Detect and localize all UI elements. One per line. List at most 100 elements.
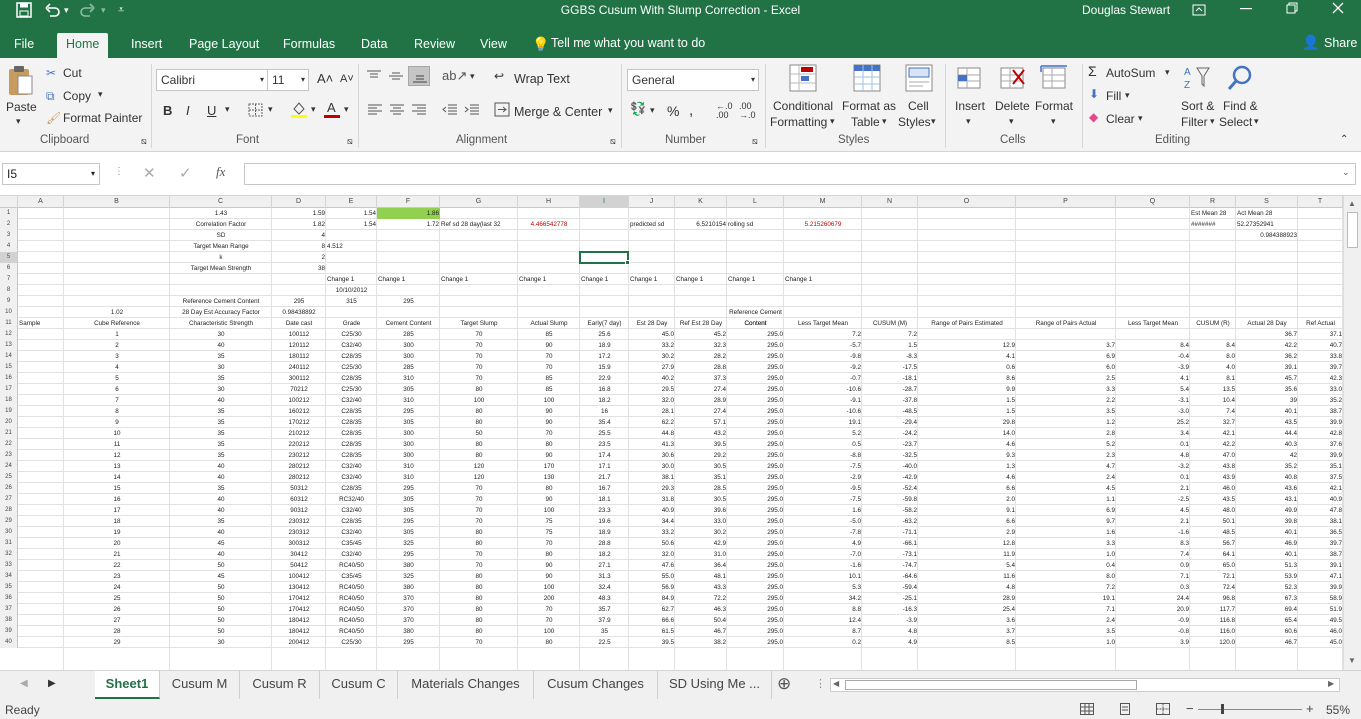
- row-header[interactable]: 16: [0, 373, 18, 384]
- cell-n[interactable]: -66.1: [862, 538, 918, 549]
- cell-s[interactable]: 0.984388923: [1236, 230, 1298, 241]
- cell-n[interactable]: -52.4: [862, 483, 918, 494]
- cell-g[interactable]: 70: [440, 637, 518, 648]
- cell-n[interactable]: -58.2: [862, 505, 918, 516]
- cell-j[interactable]: 31.8: [629, 494, 675, 505]
- cell-o[interactable]: 2.9: [918, 527, 1016, 538]
- cancel-entry-icon[interactable]: ✕: [143, 164, 156, 182]
- cell-g[interactable]: 70: [440, 362, 518, 373]
- cell-p[interactable]: 1.1: [1016, 494, 1116, 505]
- cell-t[interactable]: 39.9: [1298, 450, 1343, 461]
- cell-d[interactable]: 280212: [272, 461, 326, 472]
- cell-f[interactable]: Cement Content: [377, 318, 440, 329]
- cell-d[interactable]: 130412: [272, 582, 326, 593]
- cell-f[interactable]: 380: [377, 626, 440, 637]
- cell-e[interactable]: C35/45: [326, 571, 377, 582]
- name-box[interactable]: I5 ▾: [2, 163, 100, 185]
- cell-q[interactable]: Less Target Mean: [1116, 318, 1190, 329]
- cell-h[interactable]: 100: [518, 395, 580, 406]
- cell-l[interactable]: 295.0: [727, 626, 784, 637]
- cell-q[interactable]: -0.8: [1116, 626, 1190, 637]
- cell-i[interactable]: 18.1: [580, 494, 629, 505]
- cell-f[interactable]: 295: [377, 516, 440, 527]
- shrink-font-icon[interactable]: A˅: [340, 73, 354, 85]
- cell-m[interactable]: -9.1: [784, 395, 862, 406]
- cell-k[interactable]: 50.4: [675, 615, 727, 626]
- cell-g[interactable]: 100: [440, 395, 518, 406]
- cell-l[interactable]: 295.0: [727, 329, 784, 340]
- cell-m[interactable]: -7.8: [784, 527, 862, 538]
- cell-m[interactable]: 12.4: [784, 615, 862, 626]
- cell-s[interactable]: 43.6: [1236, 483, 1298, 494]
- cell-b[interactable]: 2: [64, 340, 170, 351]
- cell-d[interactable]: 38: [272, 263, 326, 274]
- paste-button[interactable]: Paste: [6, 100, 37, 114]
- accounting-format-icon[interactable]: 💱: [630, 101, 646, 117]
- cell-d[interactable]: 180412: [272, 615, 326, 626]
- cell-i[interactable]: 18.9: [580, 527, 629, 538]
- cell-m[interactable]: -5.0: [784, 516, 862, 527]
- cell-f[interactable]: 300: [377, 340, 440, 351]
- page-layout-view-icon[interactable]: [1118, 703, 1132, 715]
- cell-d[interactable]: 280212: [272, 472, 326, 483]
- cell-o[interactable]: 9.3: [918, 450, 1016, 461]
- cell-c[interactable]: 40: [170, 340, 272, 351]
- zoom-in-icon[interactable]: +: [1306, 701, 1314, 716]
- cell-l[interactable]: 295.0: [727, 461, 784, 472]
- align-left-icon[interactable]: [367, 104, 383, 116]
- cell-n[interactable]: -37.8: [862, 395, 918, 406]
- cell-f[interactable]: 310: [377, 472, 440, 483]
- cell-o[interactable]: 3.6: [918, 615, 1016, 626]
- cell-d[interactable]: 1.59: [272, 208, 326, 219]
- cell-m[interactable]: -7.0: [784, 549, 862, 560]
- cell-j[interactable]: 45.0: [629, 329, 675, 340]
- cell-m[interactable]: -9.2: [784, 362, 862, 373]
- cell-e[interactable]: C25/30: [326, 384, 377, 395]
- scroll-down-icon[interactable]: ▼: [1348, 656, 1356, 665]
- cell-c[interactable]: 45: [170, 538, 272, 549]
- cell-l[interactable]: Content: [727, 318, 784, 329]
- cell-s[interactable]: 40.1: [1236, 527, 1298, 538]
- cell-f[interactable]: 305: [377, 384, 440, 395]
- cell-n[interactable]: CUSUM (M): [862, 318, 918, 329]
- cell-k[interactable]: 31.0: [675, 549, 727, 560]
- cell-c[interactable]: 35: [170, 351, 272, 362]
- cell-k[interactable]: 30.5: [675, 461, 727, 472]
- cell-i[interactable]: 19.6: [580, 516, 629, 527]
- cell-e[interactable]: 4.512: [326, 241, 377, 252]
- cell-e[interactable]: C32/40: [326, 340, 377, 351]
- cell-i[interactable]: 17.2: [580, 351, 629, 362]
- cell-f[interactable]: 325: [377, 538, 440, 549]
- cell-s[interactable]: 42: [1236, 450, 1298, 461]
- cell-b[interactable]: 15: [64, 483, 170, 494]
- cell-r[interactable]: 116.0: [1190, 626, 1236, 637]
- cell-h[interactable]: 70: [518, 351, 580, 362]
- cell-s[interactable]: 53.9: [1236, 571, 1298, 582]
- cell-p[interactable]: 3.5: [1016, 406, 1116, 417]
- cell-i[interactable]: 37.9: [580, 615, 629, 626]
- cell-j[interactable]: 27.9: [629, 362, 675, 373]
- cell-e[interactable]: C28/35: [326, 417, 377, 428]
- paste-icon[interactable]: [6, 64, 34, 96]
- cell-l[interactable]: 295.0: [727, 362, 784, 373]
- cell-m[interactable]: 10.1: [784, 571, 862, 582]
- cell-m[interactable]: 4.9: [784, 538, 862, 549]
- cell-d[interactable]: 220212: [272, 439, 326, 450]
- cell-j[interactable]: 61.5: [629, 626, 675, 637]
- cell-i[interactable]: 23.5: [580, 439, 629, 450]
- top-align-icon[interactable]: [366, 70, 382, 82]
- cell-l[interactable]: 295.0: [727, 373, 784, 384]
- clear-dropdown-icon[interactable]: ▾: [1138, 113, 1143, 124]
- cell-s[interactable]: 39.8: [1236, 516, 1298, 527]
- cell-c[interactable]: 35: [170, 450, 272, 461]
- cell-b[interactable]: 3: [64, 351, 170, 362]
- cell-s[interactable]: 60.6: [1236, 626, 1298, 637]
- cell-n[interactable]: -48.5: [862, 406, 918, 417]
- redo-dropdown-icon[interactable]: ▾: [101, 0, 106, 30]
- cell-l[interactable]: 295.0: [727, 582, 784, 593]
- close-icon[interactable]: [1332, 2, 1344, 14]
- cell-b[interactable]: 11: [64, 439, 170, 450]
- cell-k[interactable]: 33.0: [675, 516, 727, 527]
- cell-t[interactable]: 39.7: [1298, 362, 1343, 373]
- cell-s[interactable]: Actual 28 Day: [1236, 318, 1298, 329]
